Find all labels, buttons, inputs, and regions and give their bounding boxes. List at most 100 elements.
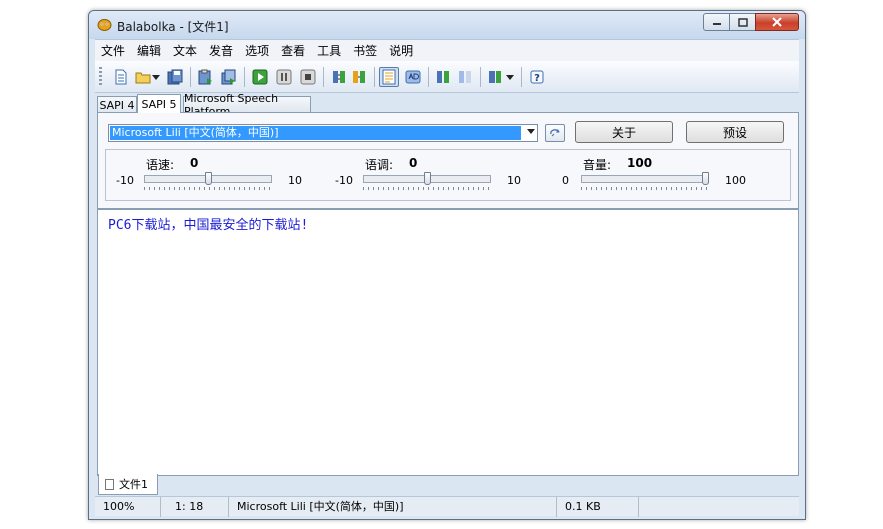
open-button[interactable] xyxy=(133,67,153,87)
save-icon xyxy=(167,69,183,85)
text-view-icon xyxy=(382,69,396,85)
volume-slider-ticks xyxy=(581,187,709,190)
volume-slider-thumb[interactable] xyxy=(702,172,709,185)
stop-button[interactable] xyxy=(298,67,318,87)
convert-icon xyxy=(437,71,449,83)
toolbar-separator xyxy=(244,67,245,87)
volume-label: 音量: xyxy=(583,158,612,172)
audio-file-icon xyxy=(333,71,345,83)
preset-button[interactable]: 预设 xyxy=(686,121,784,143)
title-bar[interactable]: Balabolka - [文件1] xyxy=(89,11,805,39)
maximize-button[interactable] xyxy=(729,13,756,31)
chevron-down-icon xyxy=(527,129,535,134)
rate-slider-ticks xyxy=(144,187,272,190)
volume-slider-track[interactable] xyxy=(581,175,709,183)
split-audio-icon xyxy=(353,71,365,83)
toolbar-separator xyxy=(323,67,324,87)
read-clipboard-button[interactable] xyxy=(195,67,215,87)
text-view-button[interactable] xyxy=(379,67,399,87)
save-audio-button[interactable] xyxy=(329,67,349,87)
split-audio-button[interactable] xyxy=(349,67,369,87)
pitch-label: 语调: xyxy=(365,158,394,172)
menu-speech[interactable]: 发音 xyxy=(203,42,239,59)
rate-min: -10 xyxy=(116,174,134,187)
maximize-icon xyxy=(737,17,748,27)
tab-label: SAPI 4 xyxy=(99,98,135,112)
menu-bar: 文件 编辑 文本 发音 选项 查看 工具 书签 说明 xyxy=(95,39,799,61)
rate-slider-thumb[interactable] xyxy=(204,172,212,185)
pitch-max: 10 xyxy=(507,174,521,187)
rate-max: 10 xyxy=(288,174,302,187)
save-button[interactable] xyxy=(165,67,185,87)
pause-button[interactable] xyxy=(274,67,294,87)
tab-label: SAPI 5 xyxy=(141,97,177,111)
tab-sapi5[interactable]: SAPI 5 xyxy=(137,94,181,113)
minimize-button[interactable] xyxy=(703,13,730,31)
tab-speech-platform[interactable]: Microsoft Speech Platform xyxy=(183,92,311,118)
document-icon xyxy=(105,478,114,490)
toolbar-separator xyxy=(374,67,375,87)
toolbar-grip[interactable] xyxy=(99,67,102,87)
pitch-slider-thumb[interactable] xyxy=(423,172,431,185)
rate-value: 0 xyxy=(190,156,199,170)
volume-max: 100 xyxy=(725,174,746,187)
tab-sapi4[interactable]: SAPI 4 xyxy=(97,96,137,113)
read-file-button[interactable] xyxy=(219,67,239,87)
menu-bookmarks[interactable]: 书签 xyxy=(347,42,383,59)
document-tab-label: 文件1 xyxy=(119,478,148,491)
menu-view[interactable]: 查看 xyxy=(275,42,311,59)
volume-value: 100 xyxy=(627,156,653,170)
about-button[interactable]: 关于 xyxy=(575,121,673,143)
play-button[interactable] xyxy=(250,67,270,87)
voice-options-dropdown[interactable] xyxy=(505,67,515,87)
new-document-icon xyxy=(115,69,127,85)
close-button[interactable] xyxy=(755,13,799,31)
batch-button[interactable] xyxy=(455,67,475,87)
menu-options[interactable]: 选项 xyxy=(239,42,275,59)
toolbar-separator xyxy=(521,67,522,87)
refresh-icon xyxy=(550,129,560,137)
folder-icon xyxy=(135,72,151,84)
app-window: Balabolka - [文件1] 文件 编辑 文本 发音 选项 查看 工具 书… xyxy=(88,10,806,520)
speaker-icon xyxy=(489,71,501,83)
toolbar: ? xyxy=(95,61,799,93)
status-voice: Microsoft Lili [中文(简体，中国)] xyxy=(229,497,557,517)
voice-options-button[interactable] xyxy=(485,67,505,87)
batch-icon xyxy=(459,71,471,83)
document-tab[interactable]: 文件1 xyxy=(98,474,158,495)
voice-selected: Microsoft Lili [中文(简体，中国)] xyxy=(110,126,521,140)
volume-min: 0 xyxy=(562,174,569,187)
menu-file[interactable]: 文件 xyxy=(95,42,131,59)
menu-help[interactable]: 说明 xyxy=(383,42,419,59)
pause-icon xyxy=(276,69,292,85)
voice-panel: Microsoft Lili [中文(简体，中国)] 关于 预设 语速: 0 -… xyxy=(97,112,799,209)
status-bar: 100% 1: 18 Microsoft Lili [中文(简体，中国)] 0.… xyxy=(95,496,799,517)
toolbar-separator xyxy=(190,67,191,87)
window-title: Balabolka - [文件1] xyxy=(117,20,229,34)
help-button[interactable]: ? xyxy=(527,67,547,87)
spell-check-icon xyxy=(405,70,421,84)
status-position: 1: 18 xyxy=(161,497,229,517)
svg-text:?: ? xyxy=(534,73,540,84)
play-icon xyxy=(252,69,268,85)
toolbar-separator xyxy=(428,67,429,87)
spell-check-button[interactable] xyxy=(403,67,423,87)
voice-select[interactable]: Microsoft Lili [中文(简体，中国)] xyxy=(108,124,538,142)
minimize-icon xyxy=(712,23,721,25)
status-size: 0.1 KB xyxy=(557,497,639,517)
open-dropdown-button[interactable] xyxy=(151,67,161,87)
file-speak-icon xyxy=(221,69,236,85)
convert-button[interactable] xyxy=(433,67,453,87)
window-controls xyxy=(703,13,799,31)
menu-text[interactable]: 文本 xyxy=(167,42,203,59)
stop-icon xyxy=(300,69,316,85)
new-document-button[interactable] xyxy=(111,67,131,87)
text-editor[interactable]: PC6下载站，中国最安全的下载站! xyxy=(97,209,799,476)
help-icon: ? xyxy=(530,70,544,84)
pitch-value: 0 xyxy=(409,156,418,170)
menu-edit[interactable]: 编辑 xyxy=(131,42,167,59)
refresh-voices-button[interactable] xyxy=(545,124,565,142)
chevron-down-icon xyxy=(506,74,514,80)
editor-content[interactable]: PC6下载站，中国最安全的下载站! xyxy=(108,214,308,233)
menu-tools[interactable]: 工具 xyxy=(311,42,347,59)
